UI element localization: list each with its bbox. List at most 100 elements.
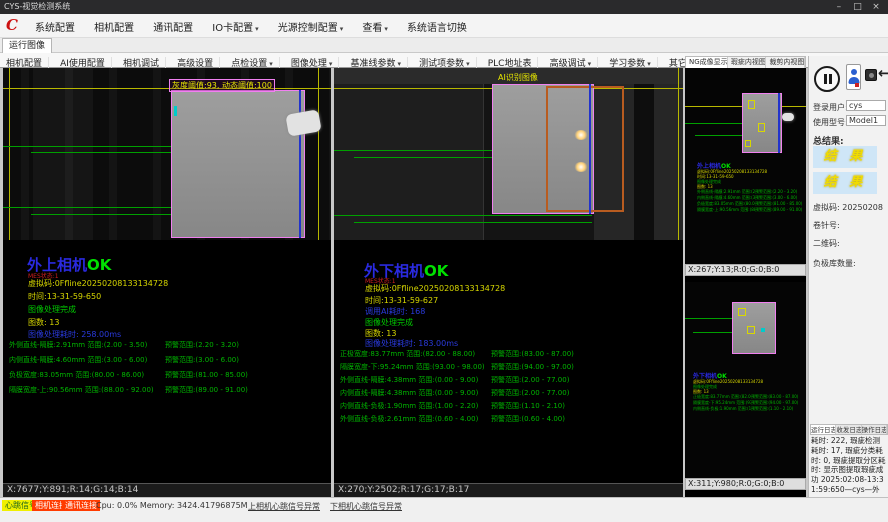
sidebar: ← 登录用户: cys 使用型号: Model1 总结果: 结 果 结 果 虚拟… (808, 56, 888, 497)
model-field[interactable]: Model1 (846, 115, 886, 126)
log-tab-run[interactable]: 运行日志 (811, 425, 836, 434)
ai-elapsed-text: 调用AI耗时: 168 (365, 306, 425, 317)
titlebar: CYS-视觉检测系统 – □ × (0, 0, 888, 14)
camera-snapshot-button[interactable] (865, 69, 877, 81)
measurement-value: 外侧直线-负极:2.61mm 范围:(0.60 - 4.00) (340, 414, 478, 424)
measurement-value: 外侧直线-隔膜:2.91mm 范围:(2.00 - 3.50) (9, 340, 147, 350)
measurement-value: 内侧直线-负极:1.90mm 范围:(1.00 - 2.20) (340, 401, 478, 411)
ai-detect-box (546, 86, 624, 212)
process-done-text: 图像处理完成 (28, 304, 76, 315)
measurement-warn-range: 预警范围:(0.60 - 4.00) (491, 414, 565, 424)
statusbar: 心跳信号 相机连接 通讯连接 Cpu: 0.0% Memory: 3424.41… (0, 497, 888, 522)
measurement-warn-range: 预警范围:(83.00 - 87.00) (491, 349, 574, 359)
window-title: CYS-视觉检测系统 (4, 2, 70, 11)
close-button[interactable]: × (868, 0, 884, 14)
logout-arrow-button[interactable]: ← (878, 64, 888, 82)
pixel-coords-readout: X:270;Y:2502;R:17;G:17;B:17 (334, 483, 683, 497)
measurement-value: 隔膜宽度-下:95.24mm 范围:(93.00 - 98.00) (340, 362, 485, 372)
middle-camera-view[interactable]: AI识别图像 外下相机OK MES状态:1 虚拟码:0Ffline2025020… (334, 68, 683, 497)
measurement-warn-range: 预警范围:(1.10 - 2.10) (491, 401, 565, 411)
chevron-down-icon: ▾ (269, 60, 273, 68)
tabstrip: 运行图像 (0, 38, 888, 53)
comm-connection-badge: 通讯连接 (62, 500, 100, 511)
maximize-button[interactable]: □ (849, 0, 865, 14)
log-tab-operation[interactable]: 操作日志 (862, 425, 887, 434)
preview-tab-crop[interactable]: 裁剪内视图 (766, 57, 805, 68)
defect-highlight (574, 130, 588, 140)
pause-button[interactable] (814, 66, 840, 92)
elapsed-text: 图像处理耗时: 183.00ms (365, 338, 458, 349)
chevron-down-icon: ▾ (340, 25, 344, 33)
log-tabs: 运行日志 收发日志 操作日志 (810, 424, 888, 435)
preview-mini-text: 外上相机OK 虚拟码:0Ffline20250208133134728 时间:1… (697, 164, 806, 213)
measurement-warn-range: 预警范围:(2.00 - 77.00) (491, 375, 569, 385)
guide-line (678, 68, 679, 240)
measurement-warn-range: 预警范围:(81.00 - 85.00) (165, 370, 248, 380)
time-text: 时间:13-31-59-627 (365, 295, 438, 306)
preview-mini-text: 外下相机OK 虚拟码:0Ffline20250208133134728 图像处理… (693, 374, 806, 412)
needle-number-label: 卷针号: (813, 220, 840, 231)
time-text: 时间:13-31-59-650 (28, 291, 101, 302)
guide-line (318, 68, 319, 240)
defect-highlight (574, 162, 588, 172)
measurement-warn-range: 预警范围:(3.00 - 6.00) (165, 355, 239, 365)
marker (748, 100, 755, 109)
lens-icon (869, 73, 874, 78)
measurement-warn-range: 预警范围:(94.00 - 97.00) (491, 362, 574, 372)
result-badge-1: 结 果 (813, 146, 877, 168)
user-icon (851, 69, 857, 75)
chevron-down-icon: ▾ (466, 60, 470, 68)
chevron-down-icon: ▾ (329, 60, 333, 68)
anode-stock-label: 负极库数量: (813, 258, 856, 269)
measurement-warn-range: 预警范围:(89.00 - 91.00) (165, 385, 248, 395)
barcode-text: 虚拟码:0Ffline20250208133134728 (28, 278, 168, 289)
measurement-value: 正极宽度:83.77mm 范围:(82.00 - 88.00) (340, 349, 475, 359)
measurement-warn-range: 预警范围:(2.20 - 3.20) (165, 340, 239, 350)
minimize-button[interactable]: – (831, 0, 847, 14)
preview-tab-defect[interactable]: 瑕疵内视图 (728, 57, 767, 68)
left-camera-image[interactable]: 灰度阈值:93, 动态阈值:100 (3, 68, 331, 240)
tab-run-image[interactable]: 运行图像 (2, 38, 52, 53)
cpu-memory-text: Cpu: 0.0% Memory: 3424.41796875M (96, 501, 248, 510)
chevron-down-icon: ▾ (384, 25, 388, 33)
measure-line (334, 215, 592, 216)
pixel-coords-readout: X:311;Y:980;R:0;G:0;B:0 (685, 478, 806, 490)
ai-image-label: AI识别图像 (496, 72, 540, 83)
lower-camera-warning: 下相机心跳信号异常 (330, 501, 402, 512)
preview-top-image[interactable]: 外上相机OK 虚拟码:0Ffline20250208133134728 时间:1… (685, 68, 806, 264)
app-logo-icon: C (6, 16, 18, 34)
guide-line (9, 68, 10, 240)
user-lock-button[interactable] (846, 64, 861, 90)
connector-tab (285, 109, 321, 136)
login-user-field[interactable]: cys (846, 100, 886, 111)
measure-line (354, 222, 592, 223)
left-camera-view[interactable]: 灰度阈值:93, 动态阈值:100 外上相机OK MES状态:1 虚拟码:0Ff… (3, 68, 331, 497)
preview-tabs: NG成像显示 瑕疵内视图 裁剪内视图 (685, 56, 806, 68)
virtual-code-row: 虚拟码: 20250208 (813, 202, 883, 213)
electrode-region (171, 90, 305, 238)
result-badge-2: 结 果 (813, 172, 877, 194)
middle-camera-image[interactable]: AI识别图像 (334, 68, 683, 240)
marker (761, 328, 765, 332)
edge-line (589, 84, 591, 214)
chevron-down-icon: ▾ (647, 60, 651, 68)
marker (758, 123, 765, 132)
pixel-coords-readout: X:267;Y:13;R:0;G:0;B:0 (685, 264, 806, 276)
log-text: 耗时: 222, 瑕疵检测耗时: 17, 瑕疵分类耗时: 0, 瑕疵提取分区耗时… (811, 436, 887, 494)
guide-line (3, 88, 331, 89)
measurement-value: 内侧直线-隔膜:4.60mm 范围:(3.00 - 6.00) (9, 355, 147, 365)
process-done-text: 图像处理完成 (365, 317, 413, 328)
log-tab-comm[interactable]: 收发日志 (836, 425, 861, 434)
preview-tab-ng[interactable]: NG成像显示 (686, 57, 728, 68)
marker (745, 140, 751, 147)
menubar: C 系统配置 相机配置 通讯配置 IO卡配置▾ 光源控制配置▾ 查看▾ 系统语言… (0, 14, 888, 38)
preview-bottom-image[interactable]: 外下相机OK 虚拟码:0Ffline20250208133134728 图像处理… (685, 282, 806, 478)
threshold-label: 灰度阈值:93, 动态阈值:100 (169, 79, 275, 92)
status-dot (855, 83, 859, 87)
marker (174, 106, 177, 116)
marker (738, 308, 746, 316)
chevron-down-icon: ▾ (398, 60, 402, 68)
chevron-down-icon: ▾ (588, 60, 592, 68)
qr-code-label: 二维码: (813, 238, 840, 249)
chevron-down-icon: ▾ (255, 25, 259, 33)
